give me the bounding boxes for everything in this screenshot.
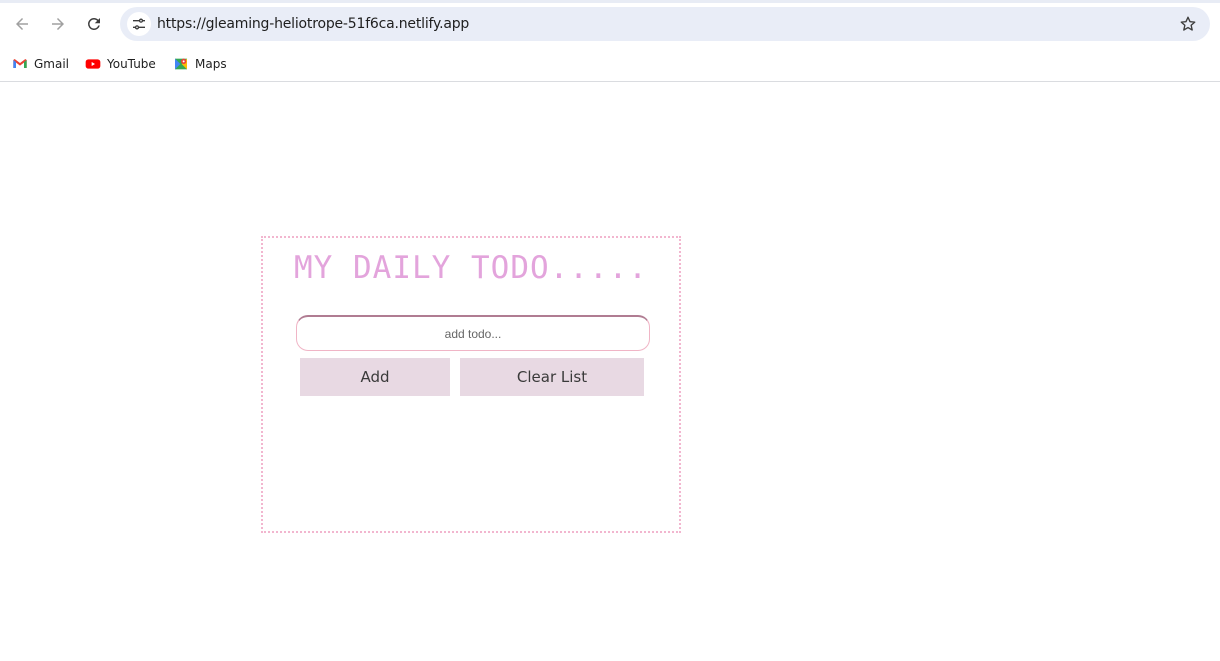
maps-icon <box>175 58 187 70</box>
bookmark-maps[interactable]: Maps <box>173 53 227 75</box>
bookmark-label: Maps <box>195 57 227 71</box>
bookmark-gmail[interactable]: Gmail <box>12 53 69 75</box>
youtube-icon <box>85 59 101 69</box>
bookmark-star-button[interactable] <box>1178 14 1198 34</box>
bookmarks-bar: Gmail YouTube Maps <box>0 48 1220 82</box>
add-button[interactable]: Add <box>300 358 450 396</box>
todo-input[interactable] <box>296 315 650 351</box>
page-title: MY DAILY TODO..... <box>294 250 648 286</box>
clear-list-button[interactable]: Clear List <box>460 358 644 396</box>
reload-button[interactable] <box>80 10 108 38</box>
url-text[interactable]: https://gleaming-heliotrope-51f6ca.netli… <box>157 16 469 32</box>
tab-strip <box>0 0 1220 3</box>
gmail-icon <box>13 59 27 68</box>
address-bar[interactable]: https://gleaming-heliotrope-51f6ca.netli… <box>120 7 1210 41</box>
bookmark-label: YouTube <box>107 57 156 71</box>
browser-toolbar: https://gleaming-heliotrope-51f6ca.netli… <box>0 0 1220 48</box>
tune-icon <box>133 18 145 30</box>
back-button[interactable] <box>8 10 36 38</box>
todo-app-container: MY DAILY TODO..... Add Clear List <box>261 236 681 533</box>
arrow-right-icon <box>52 18 64 30</box>
bookmark-youtube[interactable]: YouTube <box>85 53 156 75</box>
forward-button[interactable] <box>44 10 72 38</box>
site-info-button[interactable] <box>127 12 151 36</box>
reload-icon <box>88 17 100 30</box>
star-icon <box>1180 16 1196 31</box>
arrow-left-icon <box>16 18 28 30</box>
bookmark-label: Gmail <box>34 57 70 71</box>
